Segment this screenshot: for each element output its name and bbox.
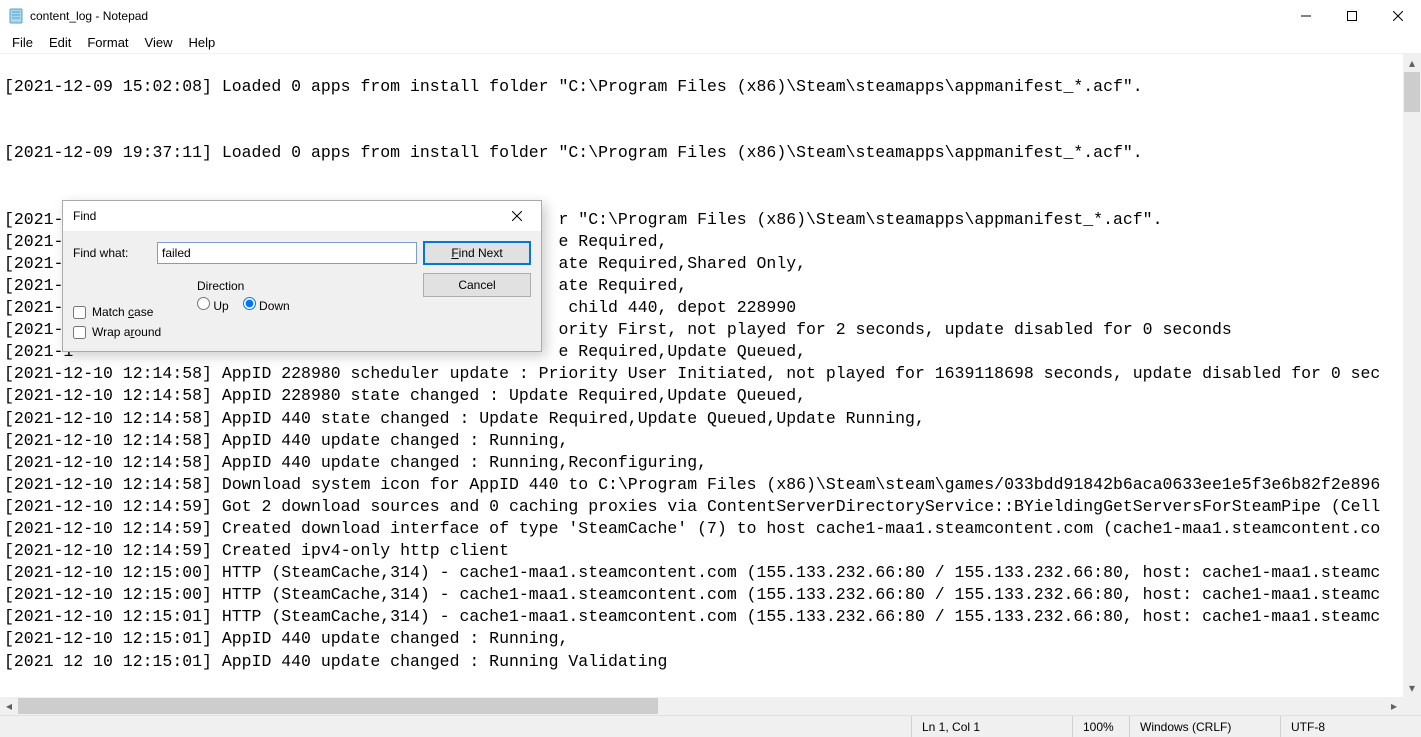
match-case-label: Match case <box>92 305 153 319</box>
horizontal-scrollbar[interactable]: ◂ ▸ <box>0 697 1403 715</box>
status-position: Ln 1, Col 1 <box>912 716 1072 737</box>
window-title: content_log - Notepad <box>30 9 1283 23</box>
text-editor[interactable]: [2021-12-09 15:02:08] Loaded 0 apps from… <box>0 54 1403 697</box>
find-dialog-close-button[interactable] <box>503 205 531 227</box>
status-encoding: UTF-8 <box>1281 716 1421 737</box>
find-what-input[interactable] <box>157 242 417 264</box>
find-next-button[interactable]: Find Next <box>423 241 531 265</box>
statusbar: Ln 1, Col 1 100% Windows (CRLF) UTF-8 <box>0 715 1421 737</box>
scroll-left-arrow-icon[interactable]: ◂ <box>0 697 18 715</box>
match-case-option[interactable]: Match case <box>73 305 417 319</box>
cancel-button[interactable]: Cancel <box>423 273 531 297</box>
vertical-scroll-thumb[interactable] <box>1404 72 1420 112</box>
close-button[interactable] <box>1375 0 1421 32</box>
scroll-down-arrow-icon[interactable]: ▾ <box>1403 679 1421 697</box>
find-dialog: Find Find what: Find Next Cancel Directi… <box>62 200 542 352</box>
scroll-right-arrow-icon[interactable]: ▸ <box>1385 697 1403 715</box>
menu-edit[interactable]: Edit <box>41 33 79 52</box>
scroll-up-arrow-icon[interactable]: ▴ <box>1403 54 1421 72</box>
find-dialog-title: Find <box>73 209 503 223</box>
maximize-button[interactable] <box>1329 0 1375 32</box>
menu-format[interactable]: Format <box>79 33 136 52</box>
horizontal-scroll-thumb[interactable] <box>18 698 658 714</box>
wrap-around-label: Wrap around <box>92 325 161 339</box>
editor-area: [2021-12-09 15:02:08] Loaded 0 apps from… <box>0 54 1421 715</box>
menu-view[interactable]: View <box>137 33 181 52</box>
vertical-scrollbar[interactable]: ▴ ▾ <box>1403 54 1421 697</box>
menu-file[interactable]: File <box>4 33 41 52</box>
status-line-ending: Windows (CRLF) <box>1130 716 1280 737</box>
direction-label: Direction <box>157 279 417 293</box>
menu-help[interactable]: Help <box>180 33 223 52</box>
wrap-around-option[interactable]: Wrap around <box>73 325 417 339</box>
match-case-checkbox[interactable] <box>73 306 86 319</box>
minimize-button[interactable] <box>1283 0 1329 32</box>
titlebar: content_log - Notepad <box>0 0 1421 32</box>
find-dialog-titlebar[interactable]: Find <box>63 201 541 231</box>
scroll-corner <box>1403 697 1421 715</box>
wrap-around-checkbox[interactable] <box>73 326 86 339</box>
menubar: File Edit Format View Help <box>0 32 1421 54</box>
find-what-label: Find what: <box>73 246 151 260</box>
notepad-icon <box>8 8 24 24</box>
status-zoom: 100% <box>1073 716 1129 737</box>
